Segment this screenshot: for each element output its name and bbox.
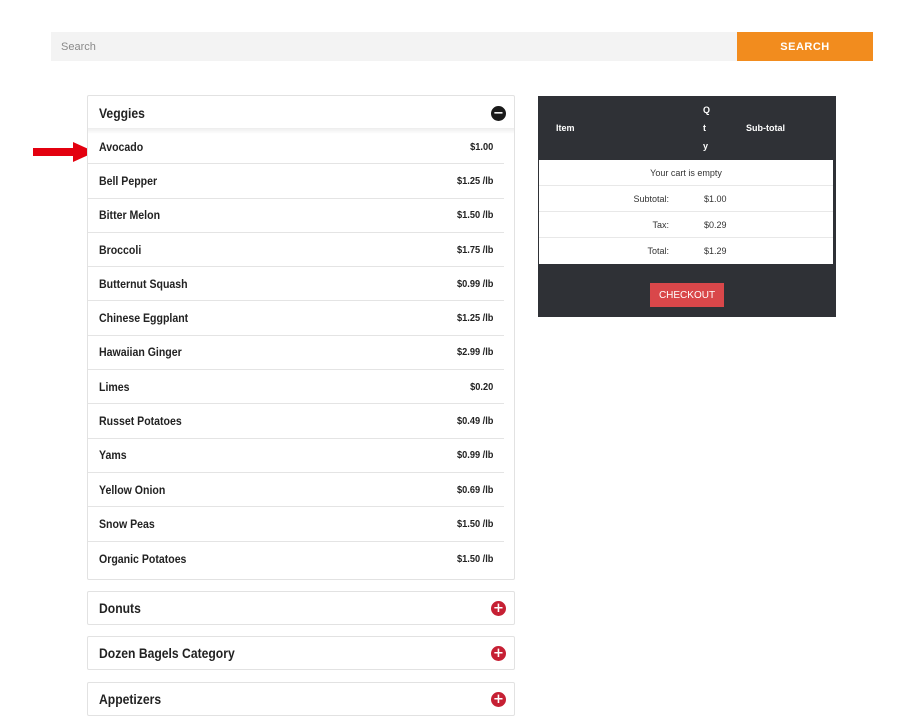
category-title: Veggies [99, 105, 145, 121]
list-item[interactable]: Chinese Eggplant $1.25 /lb [88, 301, 504, 336]
list-item[interactable]: Snow Peas $1.50 /lb [88, 507, 504, 542]
item-price: $1.50 /lb [456, 517, 493, 530]
list-item[interactable]: Butternut Squash $0.99 /lb [88, 267, 504, 302]
list-item[interactable]: Yams $0.99 /lb [88, 439, 504, 473]
cart-subtotal-row: Subtotal: $1.00 [539, 186, 833, 212]
total-value: $1.29 [704, 246, 727, 256]
cart-header-qty-letter: t [703, 123, 706, 133]
list-item[interactable]: Hawaiian Ginger $2.99 /lb [88, 336, 504, 371]
item-price: $0.99 /lb [456, 449, 493, 462]
item-price: $1.50 /lb [456, 552, 493, 565]
item-price: $0.49 /lb [456, 415, 493, 428]
total-label: Total: [647, 246, 669, 256]
item-name: Chinese Eggplant [99, 311, 189, 326]
search-button[interactable]: SEARCH [737, 32, 873, 61]
item-price: $1.00 [469, 140, 493, 153]
item-price: $2.99 /lb [456, 346, 493, 359]
shopping-cart: Item Q t y Sub-total Your cart is empty … [538, 96, 836, 317]
list-item[interactable]: Bell Pepper $1.25 /lb [88, 164, 504, 199]
item-name: Bell Pepper [99, 173, 158, 188]
item-name: Bitter Melon [99, 208, 161, 223]
item-name: Yellow Onion [99, 482, 166, 497]
item-name: Hawaiian Ginger [99, 345, 182, 360]
minus-circle-icon[interactable]: − [491, 105, 506, 121]
item-price: $0.69 /lb [456, 483, 493, 496]
list-item[interactable]: Russet Potatoes $0.49 /lb [88, 404, 504, 439]
category-title: Donuts [99, 601, 141, 616]
item-list: Avocado $1.00 Bell Pepper $1.25 /lb Bitter M… [88, 128, 514, 576]
cart-empty-message: Your cart is empty [539, 160, 833, 186]
item-price: $1.25 /lb [456, 312, 493, 325]
category-appetizers: Appetizers + [87, 682, 515, 716]
category-bagels: Dozen Bagels Category + [87, 636, 515, 670]
subtotal-value: $1.00 [704, 193, 727, 204]
tax-label: Tax: [652, 219, 669, 230]
red-arrow-icon [33, 142, 95, 162]
subtotal-label: Subtotal: [633, 193, 669, 204]
cart-header-item: Item [556, 123, 575, 133]
item-price: $1.50 /lb [456, 209, 493, 222]
cart-header: Item Q t y Sub-total [538, 96, 836, 160]
cart-header-subtotal: Sub-total [746, 123, 785, 133]
list-item[interactable]: Organic Potatoes $1.50 /lb [88, 542, 504, 576]
list-item[interactable]: Avocado $1.00 [88, 130, 504, 165]
item-price: $1.75 /lb [456, 243, 493, 256]
list-item[interactable]: Bitter Melon $1.50 /lb [88, 199, 504, 233]
item-price: $0.20 [469, 380, 493, 393]
category-header-veggies[interactable]: Veggies − [88, 96, 514, 130]
category-title: Dozen Bagels Category [99, 646, 235, 661]
item-name: Organic Potatoes [99, 551, 187, 566]
cart-body: Your cart is empty Subtotal: $1.00 Tax: … [539, 160, 833, 264]
plus-circle-icon[interactable]: + [491, 692, 506, 707]
cart-header-qty-letter: Q [703, 105, 711, 115]
tax-value: $0.29 [704, 219, 727, 230]
category-veggies: Veggies − Avocado $1.00 Bell Pepper $1.25 /… [87, 95, 515, 580]
item-name: Broccoli [99, 242, 142, 257]
search-input[interactable] [51, 32, 737, 61]
cart-header-qty: Q t y [703, 101, 746, 155]
search-bar: SEARCH [51, 32, 873, 61]
list-item[interactable]: Broccoli $1.75 /lb [88, 233, 504, 268]
plus-circle-icon[interactable]: + [491, 646, 506, 661]
checkout-button[interactable]: CHECKOUT [650, 283, 724, 307]
list-item[interactable]: Yellow Onion $0.69 /lb [88, 473, 504, 508]
item-price: $0.99 /lb [456, 277, 493, 290]
item-name: Avocado [99, 139, 144, 154]
item-name: Yams [99, 448, 127, 463]
plus-circle-icon[interactable]: + [491, 601, 506, 616]
category-header-bagels[interactable]: Dozen Bagels Category + [88, 637, 514, 670]
item-name: Russet Potatoes [99, 414, 182, 429]
item-name: Butternut Squash [99, 276, 188, 291]
item-name: Limes [99, 379, 130, 394]
category-header-donuts[interactable]: Donuts + [88, 592, 514, 625]
cart-tax-row: Tax: $0.29 [539, 212, 833, 238]
category-header-appetizers[interactable]: Appetizers + [88, 683, 514, 716]
item-name: Snow Peas [99, 516, 155, 531]
cart-total-row: Total: $1.29 [539, 238, 833, 264]
cart-header-qty-letter: y [703, 141, 709, 151]
item-price: $1.25 /lb [456, 174, 493, 187]
list-item[interactable]: Limes $0.20 [88, 370, 504, 405]
category-title: Appetizers [99, 692, 162, 707]
category-donuts: Donuts + [87, 591, 515, 625]
